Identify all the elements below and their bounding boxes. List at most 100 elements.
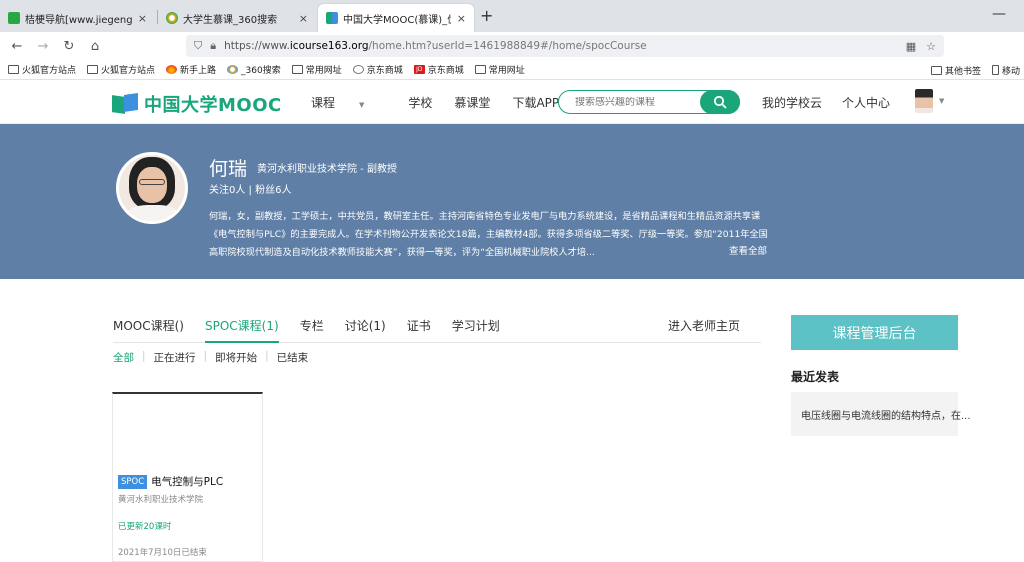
address-bar[interactable]: ⛉ 🔒︎ https://www. icourse163.org/home.htm… — [186, 35, 944, 57]
tab-column[interactable]: 专栏 — [300, 317, 324, 342]
site-nav: 课程 ▼ 学校 慕课堂 下载APP — [311, 94, 581, 111]
chevron-down-icon: ▼ — [359, 101, 365, 109]
nav-schools[interactable]: 学校 — [408, 94, 432, 111]
bookmark-item[interactable]: 火狐官方站点 — [8, 63, 76, 76]
bookmark-item[interactable]: 常用网址 — [291, 63, 342, 76]
tab-spoc[interactable]: SPOC课程(1) — [205, 317, 279, 343]
close-tab-icon[interactable]: × — [138, 12, 147, 25]
bookmarks-bar: 火狐官方站点 火狐官方站点 新手上路 _360搜索 常用网址 京东商城 JD 京东… — [0, 60, 1024, 80]
globe-icon — [352, 65, 364, 74]
course-cover-image[interactable] — [113, 394, 262, 472]
chevron-down-icon[interactable]: ▼ — [939, 97, 944, 105]
course-tabs: MOOC课程() SPOC课程(1) 专栏 讨论(1) 证书 学习计划 进入老师… — [113, 317, 761, 343]
url-prefix: https://www. — [224, 40, 290, 52]
jd-icon: JD — [413, 65, 425, 74]
course-card[interactable]: SPOC 电气控制与PLC 黄河水利职业技术学院 已更新20课时 2021年7月… — [112, 392, 263, 562]
enter-teacher-home-link[interactable]: 进入老师主页 — [668, 317, 740, 334]
course-title-row[interactable]: SPOC 电气控制与PLC — [118, 474, 223, 489]
teacher-banner: 何瑞 黄河水利职业技术学院 - 副教授 关注0人 | 粉丝6人 何瑞，女，副教授… — [0, 124, 1024, 279]
browser-tab-icourse[interactable]: 中国大学MOOC(慕课)_优质在线 × — [318, 4, 474, 32]
tab-title: 中国大学MOOC(慕课)_优质在线 — [343, 14, 451, 26]
filter-separator: | — [203, 350, 208, 362]
teacher-school-title[interactable]: 黄河水利职业技术学院 - 副教授 — [257, 160, 397, 175]
folder-icon — [930, 65, 942, 75]
filter-ended[interactable]: 已结束 — [277, 350, 309, 365]
bookmark-item[interactable]: 京东商城 — [352, 63, 403, 76]
recent-post-item[interactable]: 电压线圈与电流线圈的结构特点，在... — [791, 392, 971, 436]
search-button[interactable] — [700, 90, 740, 114]
bookmark-other[interactable]: 其他书签 — [930, 64, 981, 77]
tab-study-plan[interactable]: 学习计划 — [452, 317, 500, 342]
back-button[interactable]: ← — [4, 39, 30, 54]
nav-courses[interactable]: 课程 ▼ — [311, 94, 386, 111]
qr-code-icon[interactable]: ▦ — [906, 40, 916, 53]
avatar[interactable] — [915, 89, 933, 113]
personal-center-link[interactable]: 个人中心 — [842, 94, 890, 111]
bookmark-item[interactable]: 新手上路 — [166, 63, 216, 76]
search-icon — [713, 95, 727, 109]
home-button[interactable]: ⌂ — [82, 39, 108, 54]
shield-icon[interactable]: ⛉ — [194, 39, 202, 53]
nav-mooc-class[interactable]: 慕课堂 — [454, 94, 490, 111]
folder-icon — [291, 65, 303, 74]
filter-separator: | — [142, 350, 146, 362]
course-end-date: 2021年7月10日已结束 — [118, 548, 207, 558]
lock-icon[interactable]: 🔒︎ — [210, 39, 216, 53]
course-status-filters: 全部 | 正在进行 | 即将开始 | 已结束 — [113, 350, 316, 365]
forward-button[interactable]: → — [30, 39, 56, 54]
view-all-link[interactable]: 查看全部 — [729, 243, 767, 257]
site-header: 中国大学MOOC 课程▼ 学校 慕课堂 下载APP 我的学校云 个人中心 ▼ — [0, 80, 1024, 124]
my-school-cloud-link[interactable]: 我的学校云 — [762, 94, 822, 111]
tab-discussion[interactable]: 讨论(1) — [345, 317, 386, 342]
tab-mooc[interactable]: MOOC课程() — [113, 317, 184, 342]
jiegeng-favicon-icon — [8, 12, 20, 24]
close-tab-icon[interactable]: × — [299, 12, 308, 25]
course-update-status: 已更新20课时 — [118, 522, 172, 532]
tab-certificate[interactable]: 证书 — [407, 317, 431, 342]
url-host: icourse163.org — [289, 40, 369, 52]
filter-upcoming[interactable]: 即将开始 — [215, 350, 257, 365]
browser-tab-bar: 桔梗导航[www.jiegeng.Com] - × 大学生慕课_360搜索 × … — [0, 0, 1024, 32]
search-input[interactable] — [575, 96, 705, 108]
bookmark-item[interactable]: _360搜索 — [227, 63, 281, 76]
bookmark-item[interactable]: JD 京东商城 — [413, 63, 464, 76]
logo-text: 中国大学MOOC — [144, 95, 282, 116]
sogou-icon — [227, 65, 239, 74]
folder-icon — [474, 65, 486, 74]
folder-icon — [87, 65, 99, 74]
filter-all[interactable]: 全部 — [113, 350, 134, 365]
site-user-nav: 我的学校云 个人中心 — [762, 94, 910, 111]
recent-post-text[interactable]: 电压线圈与电流线圈的结构特点，在... — [801, 411, 971, 422]
browser-tab-360search[interactable]: 大学生慕课_360搜索 × — [158, 4, 316, 32]
close-tab-icon[interactable]: × — [457, 12, 466, 25]
course-management-button[interactable]: 课程管理后台 — [791, 315, 958, 350]
filter-separator: | — [265, 350, 269, 362]
teacher-name: 何瑞 — [209, 158, 248, 180]
spoc-badge: SPOC — [118, 474, 148, 489]
tab-title: 大学生慕课_360搜索 — [183, 14, 278, 26]
minimize-button[interactable]: — — [992, 6, 1006, 22]
bookmark-item[interactable]: 火狐官方站点 — [87, 63, 155, 76]
bookmark-mobile[interactable]: 移动 — [991, 64, 1020, 77]
reload-button[interactable]: ↻ — [56, 39, 82, 54]
bookmark-star-icon[interactable]: ☆ — [926, 40, 936, 53]
browser-toolbar: ← → ↻ ⌂ ⛉ 🔒︎ https://www. icourse163.org /… — [0, 32, 1024, 60]
url-path: /home.htm?userId=1461988849#/home/spocCo… — [368, 40, 647, 52]
recent-posts-heading: 最近发表 — [791, 370, 840, 384]
folder-icon — [8, 65, 19, 74]
bookmark-item[interactable]: 常用网址 — [474, 63, 525, 76]
nav-download-app[interactable]: 下载APP — [512, 94, 559, 111]
browser-tab-jiegeng[interactable]: 桔梗导航[www.jiegeng.Com] - × — [0, 4, 155, 32]
course-school: 黄河水利职业技术学院 — [118, 495, 204, 505]
mobile-icon — [991, 65, 999, 75]
teacher-follow-stats: 关注0人 | 粉丝6人 — [209, 185, 292, 196]
filter-ongoing[interactable]: 正在进行 — [154, 350, 196, 365]
new-tab-button[interactable]: + — [480, 6, 493, 25]
360-favicon-icon — [166, 12, 178, 24]
course-title[interactable]: 电气控制与PLC — [151, 474, 223, 489]
course-search — [558, 90, 740, 114]
teacher-portrait — [116, 152, 188, 224]
mooc-logo-icon — [112, 93, 138, 114]
tab-title: 桔梗导航[www.jiegeng.Com] - — [25, 14, 132, 26]
site-logo[interactable]: 中国大学MOOC — [112, 91, 282, 117]
